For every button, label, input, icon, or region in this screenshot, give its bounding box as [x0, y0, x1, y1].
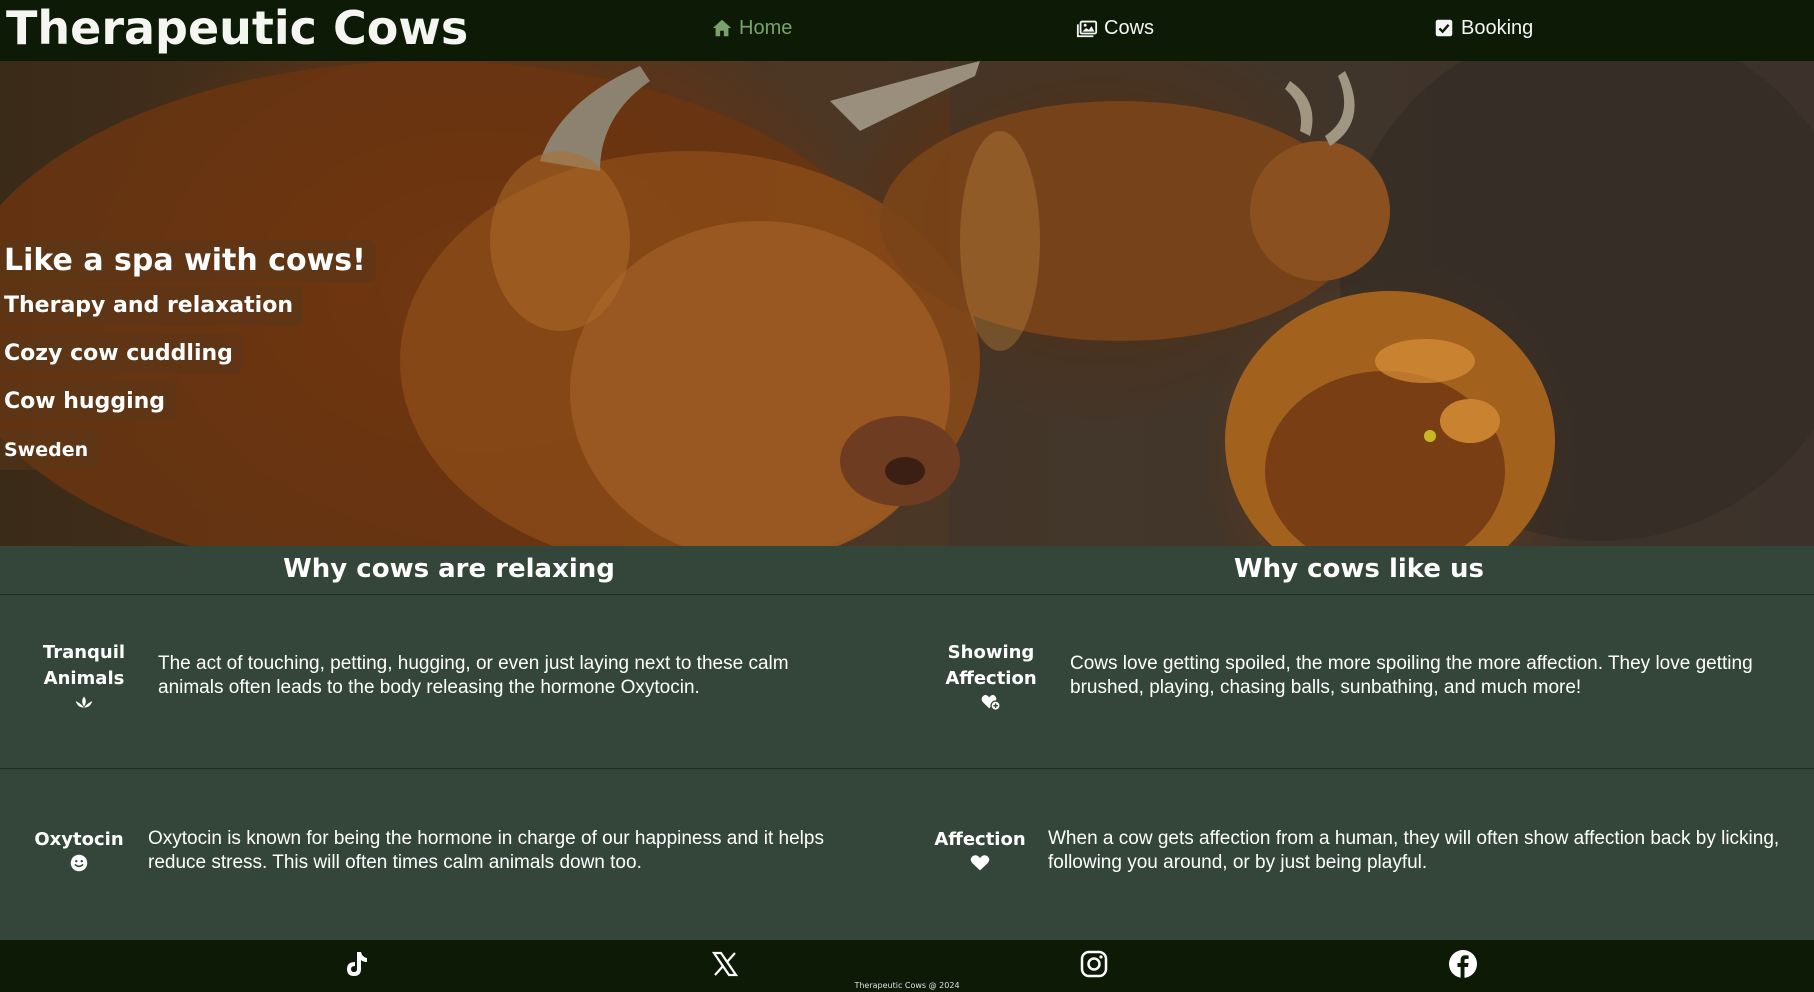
hero-banner: Like a spa with cows! Therapy and relaxa… [0, 61, 1814, 546]
nav-home-label: Home [739, 16, 793, 39]
lotus-icon [73, 692, 95, 712]
feature-label-line: Oxytocin [34, 829, 124, 850]
x-icon[interactable] [709, 948, 741, 980]
site-header: Therapeutic Cows Home Cows Booking [0, 0, 1814, 61]
divider [0, 768, 1814, 769]
feature-text: When a cow gets affection from a human, … [1048, 828, 1780, 873]
feature-text: The act of touching, petting, hugging, o… [158, 653, 789, 698]
hero-tag: Cozy cow cuddling [0, 334, 243, 374]
feature-label-line: Affection [945, 668, 1037, 689]
section-title-like-us: Why cows like us [1233, 554, 1485, 584]
copyright-text: Therapeutic Cows @ 2024 [854, 981, 960, 990]
feature-label-line: Tranquil [42, 642, 126, 663]
feature-text: Oxytocin is known for being the hormone … [148, 828, 824, 873]
divider [0, 594, 1814, 595]
feature-label-oxytocin: Oxytocin [28, 827, 130, 873]
feature-label-tranquil: Tranquil Animals [34, 640, 134, 712]
feature-label-line: Showing [947, 642, 1035, 663]
check-square-icon [1433, 17, 1455, 39]
image-icon [1076, 17, 1098, 39]
nav-booking[interactable]: Booking [1433, 12, 1533, 44]
feature-label-affection: Affection [930, 827, 1030, 873]
smile-icon [68, 853, 90, 873]
instagram-icon[interactable] [1078, 948, 1110, 980]
facebook-icon[interactable] [1447, 948, 1479, 980]
site-title[interactable]: Therapeutic Cows [6, 0, 468, 61]
tiktok-icon[interactable] [340, 948, 372, 980]
home-icon [711, 17, 733, 39]
nav-cows-label: Cows [1104, 16, 1155, 39]
hero-tag: Sweden [0, 430, 99, 470]
heart-icon [969, 853, 991, 873]
hero-tagline: Like a spa with cows! [0, 240, 376, 282]
nav-booking-label: Booking [1461, 16, 1534, 39]
feature-label-line: Animals [43, 668, 125, 689]
feature-label-showing-affection: Showing Affection [936, 640, 1046, 712]
hero-tag: Therapy and relaxation [0, 286, 303, 326]
nav-cows[interactable]: Cows [1076, 12, 1154, 44]
feature-text: Cows love getting spoiled, the more spoi… [1070, 653, 1753, 698]
nav-home[interactable]: Home [711, 12, 792, 44]
section-title-relaxing: Why cows are relaxing [283, 554, 615, 584]
feature-label-line: Affection [934, 829, 1026, 850]
heart-plus-icon [980, 692, 1002, 712]
hero-tag: Cow hugging [0, 382, 176, 422]
